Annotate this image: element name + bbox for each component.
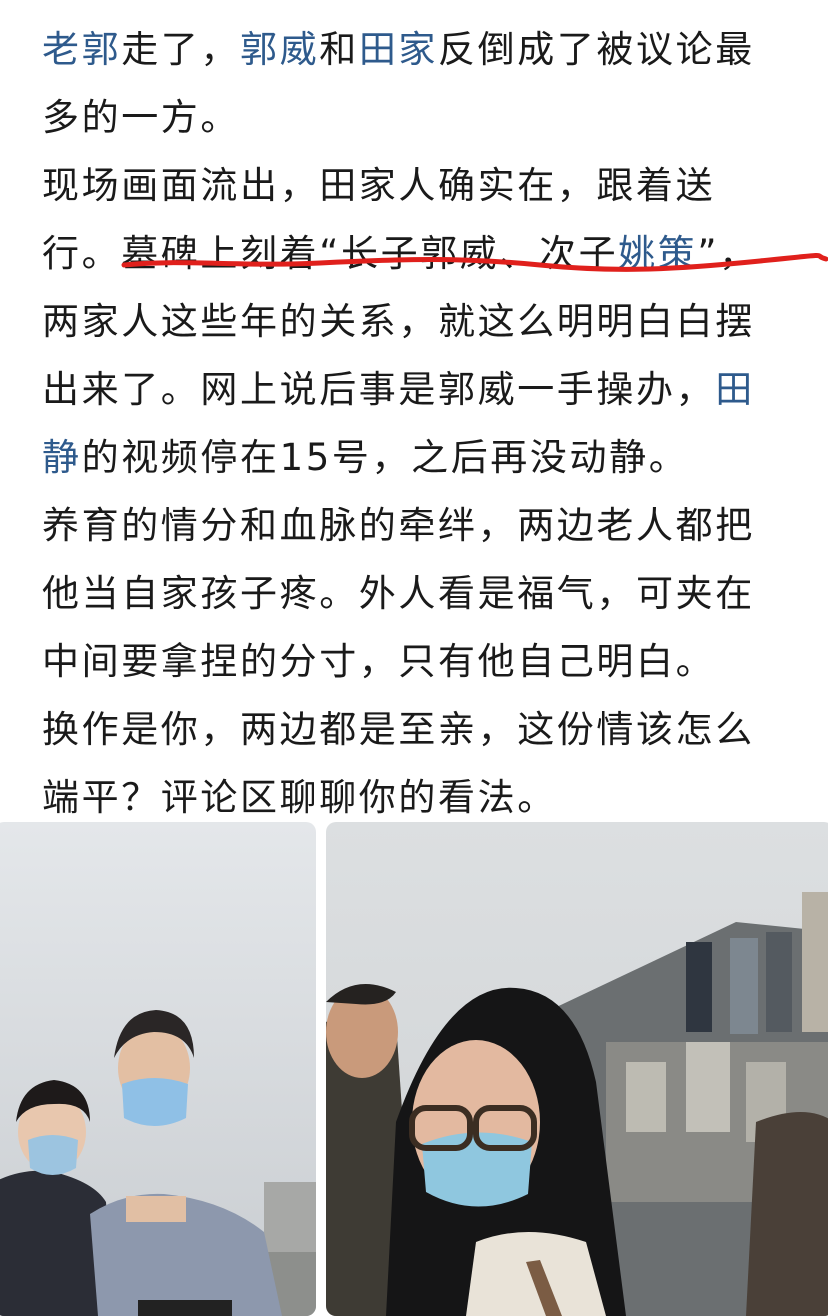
topic-link-guo-wei[interactable]: 郭威	[240, 28, 319, 71]
paragraph-text: 走了，	[121, 28, 241, 71]
photo-cemetery-image	[326, 822, 828, 1316]
paragraph-text: 的视频停在15号，之后再没动静。	[81, 436, 689, 479]
paragraph-1: 老郭走了，郭威和田家反倒成了被议论最多的一方。	[42, 16, 792, 152]
photo-couple-image	[0, 822, 316, 1316]
paragraph-4: 换作是你，两边都是至亲，这份情该怎么端平？评论区聊聊你的看法。	[42, 708, 755, 819]
photo-grid	[0, 822, 828, 1316]
topic-link-lao-guo[interactable]: 老郭	[42, 28, 121, 71]
photo-cemetery-crowd[interactable]	[326, 822, 828, 1316]
topic-link-tian-jia[interactable]: 田家	[359, 28, 438, 71]
paragraph-text: 和	[319, 28, 359, 71]
post-body: 老郭走了，郭威和田家反倒成了被议论最多的一方。 现场画面流出，田家人确实在，跟着…	[42, 16, 792, 832]
red-underline-annotation	[121, 253, 828, 272]
paragraph-3: 养育的情分和血脉的牵绊，两边老人都把他当自家孩子疼。外人看是福气，可夹在中间要拿…	[42, 504, 755, 683]
photo-couple-masks[interactable]	[0, 822, 316, 1316]
paragraph-2: 现场画面流出，田家人确实在，跟着送行。墓碑上刻着“长子郭威、次子姚策”，两家人这…	[42, 152, 792, 492]
